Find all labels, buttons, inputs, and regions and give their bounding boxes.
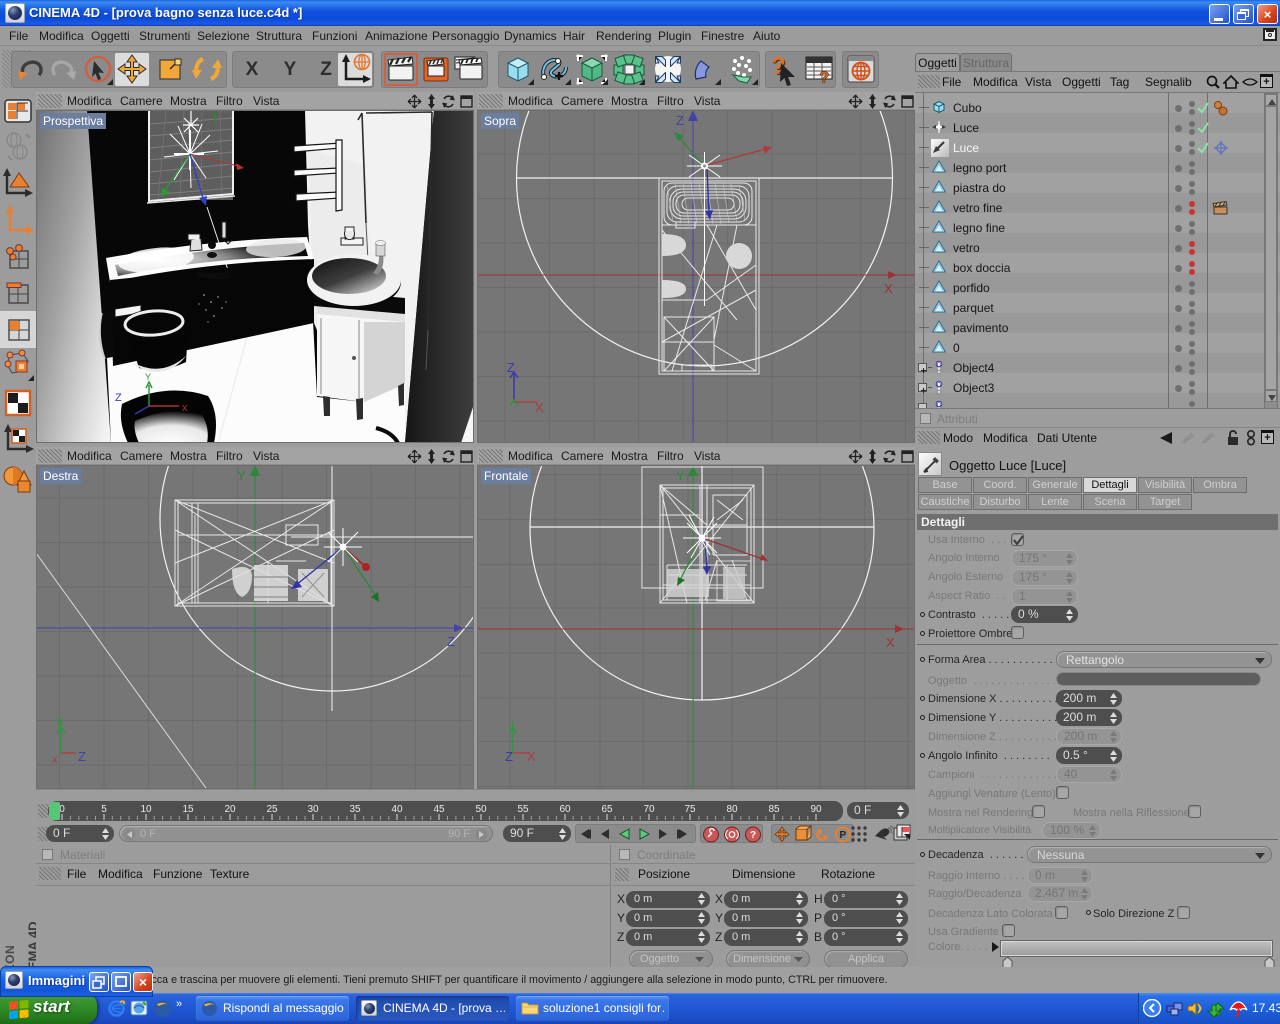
svg-text:20: 20 (224, 804, 236, 815)
svg-text:Z: Z (676, 113, 684, 128)
svg-text:Y: Y (55, 715, 64, 730)
svg-text:0: 0 (937, 382, 941, 389)
svg-text:Z: Z (505, 749, 513, 764)
svg-text:0: 0 (59, 804, 65, 815)
svg-text:30: 30 (307, 804, 319, 815)
svg-text:X: X (886, 635, 895, 650)
svg-text:80: 80 (726, 804, 738, 815)
svg-text:Z: Z (447, 634, 455, 649)
svg-text:?: ? (819, 68, 829, 86)
svg-text:85: 85 (768, 804, 780, 815)
svg-text:65: 65 (601, 804, 613, 815)
svg-text:35: 35 (349, 804, 361, 815)
svg-text:Y: Y (676, 468, 685, 483)
svg-text:?: ? (750, 830, 756, 841)
svg-text:x: x (52, 754, 58, 766)
svg-text:Z: Z (78, 749, 86, 764)
svg-text:75: 75 (684, 804, 696, 815)
svg-text:60: 60 (559, 804, 571, 815)
svg-text:Y: Y (145, 372, 151, 382)
svg-text:Z: Z (115, 392, 122, 404)
svg-text:70: 70 (643, 804, 655, 815)
svg-text:45: 45 (433, 804, 445, 815)
svg-text:15: 15 (182, 804, 194, 815)
svg-text:10: 10 (140, 804, 152, 815)
svg-text:25: 25 (266, 804, 278, 815)
svg-text:x: x (182, 402, 188, 414)
svg-text:55: 55 (517, 804, 529, 815)
svg-text:50: 50 (475, 804, 487, 815)
svg-text:40: 40 (391, 804, 403, 815)
svg-text:0: 0 (937, 362, 941, 369)
svg-text:90: 90 (810, 804, 822, 815)
svg-text:Y: Y (237, 468, 246, 483)
svg-text:X: X (527, 749, 536, 764)
svg-text:X: X (884, 281, 893, 296)
svg-text:P: P (840, 830, 847, 841)
svg-text:5: 5 (101, 804, 107, 815)
